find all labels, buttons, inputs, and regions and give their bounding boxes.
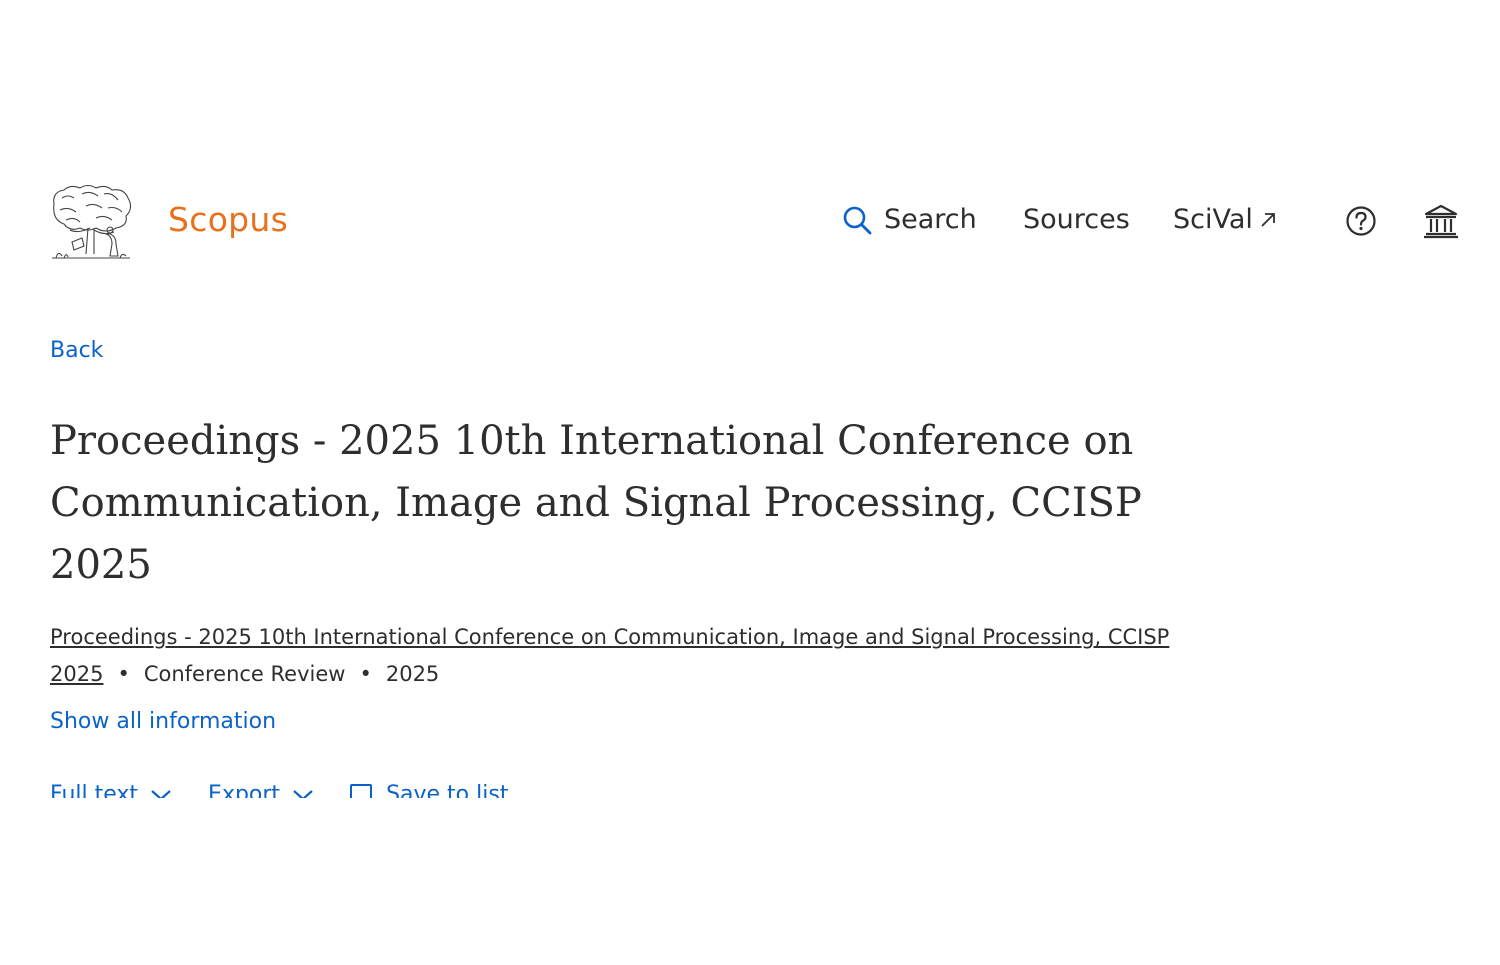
export-label: Export [208, 782, 281, 798]
external-link-icon [1261, 212, 1275, 227]
meta-separator: • [117, 662, 130, 686]
nav-search-label: Search [884, 204, 977, 235]
top-header: Scopus Search Sources SciVal [0, 180, 1500, 266]
nav-scival[interactable]: SciVal [1173, 204, 1277, 235]
full-text-label: Full text [50, 782, 139, 798]
institution-icon[interactable] [1423, 203, 1459, 239]
document-year: 2025 [385, 662, 440, 686]
document-title: Proceedings - 2025 10th International Co… [50, 418, 1142, 588]
scopus-brand[interactable]: Scopus [168, 200, 288, 239]
full-text-button[interactable]: Full text [50, 782, 172, 798]
chevron-down-icon [293, 789, 313, 798]
nav-search[interactable]: Search [842, 204, 977, 235]
search-icon [843, 206, 872, 234]
show-all-information-link[interactable]: Show all information [50, 709, 276, 734]
document-meta: Proceedings - 2025 10th International Co… [50, 619, 1170, 693]
nav-scival-label: SciVal [1173, 204, 1253, 235]
back-link[interactable]: Back [50, 338, 103, 363]
document-type: Conference Review [143, 662, 346, 686]
help-icon[interactable] [1345, 205, 1377, 237]
bookmark-checkbox-icon [350, 783, 373, 798]
nav-sources[interactable]: Sources [1023, 204, 1130, 235]
export-button[interactable]: Export [208, 782, 314, 798]
save-to-list-button[interactable]: Save to list [350, 782, 508, 798]
meta-separator: • [359, 662, 372, 686]
chevron-down-icon [151, 789, 171, 798]
save-to-list-label: Save to list [386, 782, 509, 798]
elsevier-tree-logo[interactable] [48, 184, 134, 262]
actions-bar: Full text Export Save to list [0, 770, 1500, 798]
